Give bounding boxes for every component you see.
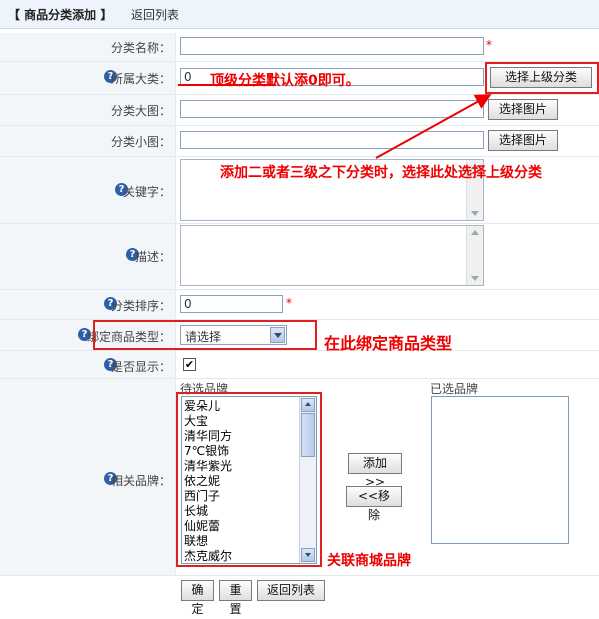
- small-image-input[interactable]: [180, 131, 484, 149]
- row-visible: ? 是否显示： ✔: [0, 351, 599, 379]
- visible-checkbox[interactable]: ✔: [183, 358, 196, 371]
- annotation-brands: 关联商城品牌: [327, 553, 411, 569]
- selected-brands-list[interactable]: [431, 396, 569, 544]
- required-mark: *: [486, 38, 492, 52]
- description-label: 描述：: [134, 250, 171, 264]
- keywords-label: 关键字：: [122, 185, 171, 199]
- add-brand-button[interactable]: 添加>>: [348, 453, 402, 489]
- page-header: 【 商品分类添加 】 返回列表: [0, 0, 599, 29]
- select-big-image-button[interactable]: 选择图片: [488, 99, 558, 120]
- category-name-label: 分类名称：: [110, 41, 171, 55]
- back-to-list-link[interactable]: 返回列表: [131, 6, 179, 23]
- row-description: ? 描述：: [0, 224, 599, 290]
- highlight-goods-type: [93, 320, 317, 350]
- row-small-image: 分类小图： 选择图片: [0, 126, 599, 157]
- small-image-label: 分类小图：: [110, 135, 171, 149]
- sort-input[interactable]: [180, 295, 283, 313]
- annotation-underline: [178, 84, 276, 86]
- back-to-list-button[interactable]: 返回列表: [257, 580, 325, 601]
- selected-brands-title: 已选品牌: [430, 382, 479, 396]
- big-image-label: 分类大图：: [110, 104, 171, 118]
- page-title: 【 商品分类添加 】: [8, 8, 113, 22]
- action-bar: 确定 重置 返回列表: [0, 577, 599, 616]
- annotation-bind-type: 在此绑定商品类型: [324, 334, 453, 353]
- category-name-input[interactable]: [180, 37, 484, 55]
- annotation-top-level: 顶级分类默认添0即可。: [210, 73, 360, 89]
- select-small-image-button[interactable]: 选择图片: [488, 130, 558, 151]
- highlight-candidate-brands: [176, 392, 322, 567]
- row-category-name: 分类名称： *: [0, 33, 599, 62]
- brands-label: 相关品牌：: [110, 474, 171, 488]
- description-textarea[interactable]: [180, 225, 484, 286]
- reset-button[interactable]: 重置: [219, 580, 252, 616]
- confirm-button[interactable]: 确定: [181, 580, 214, 616]
- remove-brand-button[interactable]: <<移除: [346, 486, 402, 522]
- visible-label: 是否显示：: [110, 360, 171, 374]
- sort-label: 分类排序：: [110, 299, 171, 313]
- row-big-image: 分类大图： 选择图片: [0, 95, 599, 126]
- scrollbar[interactable]: [466, 226, 483, 285]
- required-mark: *: [286, 296, 292, 310]
- annotation-sub-level: 添加二或者三级之下分类时，选择此处选择上级分类: [220, 165, 542, 181]
- big-image-input[interactable]: [180, 100, 484, 118]
- parent-category-label: 所属大类：: [110, 72, 171, 86]
- highlight-parent-button: [485, 62, 599, 94]
- row-sort: ? 分类排序： *: [0, 290, 599, 320]
